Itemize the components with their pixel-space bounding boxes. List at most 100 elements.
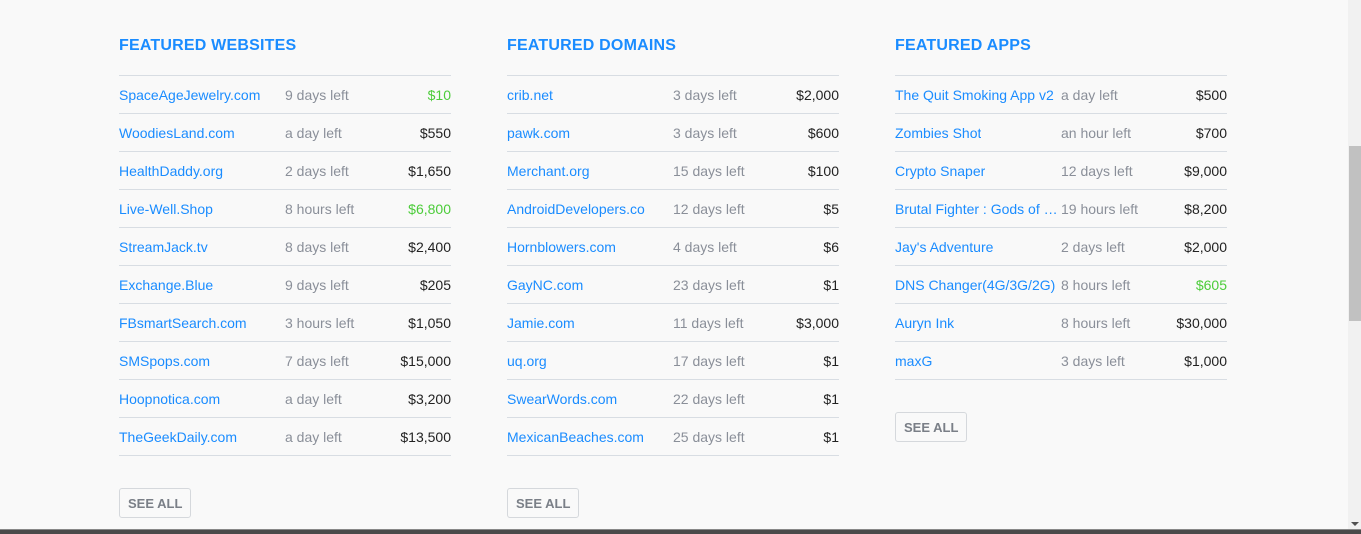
price: $1,650 <box>408 163 451 179</box>
price: $500 <box>1195 87 1227 103</box>
price: $600 <box>807 125 839 141</box>
list-item[interactable]: maxG 3 days left $1,000 <box>895 342 1227 380</box>
time-left: 11 days left <box>673 315 744 331</box>
price: $6,800 <box>408 201 451 217</box>
item-name-link[interactable]: The Quit Smoking App v2 <box>895 87 1054 103</box>
time-left: 19 hours left <box>1061 201 1139 217</box>
list-item[interactable]: Hoopnotica.com a day left $3,200 <box>119 380 451 418</box>
vertical-scrollbar[interactable] <box>1348 0 1361 530</box>
item-name-link[interactable]: uq.org <box>507 353 547 369</box>
list-item[interactable]: MexicanBeaches.com 25 days left $1 <box>507 418 839 456</box>
price: $5 <box>823 201 839 217</box>
item-name-link[interactable]: TheGeekDaily.com <box>119 429 237 445</box>
item-name-link[interactable]: WoodiesLand.com <box>119 125 235 141</box>
see-all-button[interactable]: SEE ALL <box>507 488 580 518</box>
time-left: 3 days left <box>1061 353 1125 369</box>
list-item[interactable]: Exchange.Blue 9 days left $205 <box>119 266 451 304</box>
time-left: a day left <box>285 391 342 407</box>
list-item[interactable]: Auryn Ink 8 hours left $30,000 <box>895 304 1227 342</box>
list-item[interactable]: StreamJack.tv 8 days left $2,400 <box>119 228 451 266</box>
item-name-link[interactable]: crib.net <box>507 87 553 103</box>
time-left: 12 days left <box>1061 163 1133 179</box>
list-item[interactable]: Brutal Fighter : Gods of War 19 hours le… <box>895 190 1227 228</box>
time-left: 2 days left <box>1061 239 1125 255</box>
item-name-link[interactable]: Zombies Shot <box>895 125 981 141</box>
item-name-link[interactable]: maxG <box>895 353 932 369</box>
list-item[interactable]: Jamie.com 11 days left $3,000 <box>507 304 839 342</box>
list-item[interactable]: crib.net 3 days left $2,000 <box>507 76 839 114</box>
item-name-link[interactable]: SwearWords.com <box>507 391 617 407</box>
item-name-link[interactable]: StreamJack.tv <box>119 239 208 255</box>
time-left: 15 days left <box>673 163 745 179</box>
item-name-link[interactable]: DNS Changer(4G/3G/2G) <box>895 277 1055 293</box>
price: $1,050 <box>408 315 451 331</box>
list-item[interactable]: GayNC.com 23 days left $1 <box>507 266 839 304</box>
time-left: 23 days left <box>673 277 745 293</box>
price: $1 <box>823 277 839 293</box>
list-item[interactable]: HealthDaddy.org 2 days left $1,650 <box>119 152 451 190</box>
section-title: FEATURED APPS <box>895 37 1031 54</box>
list-item[interactable]: Merchant.org 15 days left $100 <box>507 152 839 190</box>
list-item[interactable]: DNS Changer(4G/3G/2G) 8 hours left $605 <box>895 266 1227 304</box>
list-item[interactable]: TheGeekDaily.com a day left $13,500 <box>119 418 451 456</box>
apps-list: The Quit Smoking App v2 a day left $500 … <box>895 75 1227 380</box>
price: $3,200 <box>408 391 451 407</box>
price: $1,000 <box>1184 353 1227 369</box>
item-name-link[interactable]: SMSpops.com <box>119 353 210 369</box>
item-name-link[interactable]: Hoopnotica.com <box>119 391 220 407</box>
price: $1 <box>823 429 839 445</box>
item-name-link[interactable]: MexicanBeaches.com <box>507 429 644 445</box>
time-left: a day left <box>285 429 342 445</box>
item-name-link[interactable]: Jay's Adventure <box>895 239 993 255</box>
item-name-link[interactable]: GayNC.com <box>507 277 583 293</box>
list-item[interactable]: SpaceAgeJewelry.com 9 days left $10 <box>119 76 451 114</box>
item-name-link[interactable]: Live-Well.Shop <box>119 201 213 217</box>
list-item[interactable]: FBsmartSearch.com 3 hours left $1,050 <box>119 304 451 342</box>
item-name-link[interactable]: Brutal Fighter : Gods of War <box>895 201 1059 217</box>
list-item[interactable]: uq.org 17 days left $1 <box>507 342 839 380</box>
price: $13,500 <box>400 429 451 445</box>
time-left: 8 hours left <box>1061 277 1131 293</box>
list-item[interactable]: The Quit Smoking App v2 a day left $500 <box>895 76 1227 114</box>
list-item[interactable]: Jay's Adventure 2 days left $2,000 <box>895 228 1227 266</box>
time-left: 12 days left <box>673 201 745 217</box>
time-left: 8 hours left <box>285 201 355 217</box>
scroll-down-arrow-icon[interactable] <box>1351 522 1359 526</box>
item-name-link[interactable]: Auryn Ink <box>895 315 954 331</box>
see-all-button[interactable]: SEE ALL <box>119 488 192 518</box>
item-name-link[interactable]: FBsmartSearch.com <box>119 315 247 331</box>
item-name-link[interactable]: Exchange.Blue <box>119 277 213 293</box>
item-name-link[interactable]: AndroidDevelopers.co <box>507 201 645 217</box>
item-name-link[interactable]: HealthDaddy.org <box>119 163 223 179</box>
websites-list: SpaceAgeJewelry.com 9 days left $10 Wood… <box>119 75 451 456</box>
list-item[interactable]: Crypto Snaper 12 days left $9,000 <box>895 152 1227 190</box>
list-item[interactable]: Hornblowers.com 4 days left $6 <box>507 228 839 266</box>
time-left: 2 days left <box>285 163 349 179</box>
item-name-link[interactable]: SpaceAgeJewelry.com <box>119 87 260 103</box>
time-left: 9 days left <box>285 87 349 103</box>
item-name-link[interactable]: Merchant.org <box>507 163 589 179</box>
price: $3,000 <box>796 315 839 331</box>
item-name-link[interactable]: Crypto Snaper <box>895 163 985 179</box>
time-left: 22 days left <box>673 391 745 407</box>
list-item[interactable]: WoodiesLand.com a day left $550 <box>119 114 451 152</box>
time-left: 17 days left <box>673 353 745 369</box>
list-item[interactable]: AndroidDevelopers.co 12 days left $5 <box>507 190 839 228</box>
item-name-link[interactable]: Hornblowers.com <box>507 239 616 255</box>
list-item[interactable]: Zombies Shot an hour left $700 <box>895 114 1227 152</box>
item-name-link[interactable]: Jamie.com <box>507 315 575 331</box>
price: $2,400 <box>408 239 451 255</box>
see-all-button[interactable]: SEE ALL <box>895 412 968 442</box>
price: $8,200 <box>1184 201 1227 217</box>
list-item[interactable]: Live-Well.Shop 8 hours left $6,800 <box>119 190 451 228</box>
list-item[interactable]: SwearWords.com 22 days left $1 <box>507 380 839 418</box>
list-item[interactable]: SMSpops.com 7 days left $15,000 <box>119 342 451 380</box>
time-left: 4 days left <box>673 239 737 255</box>
price: $605 <box>1195 277 1227 293</box>
price: $1 <box>823 391 839 407</box>
scrollbar-thumb[interactable] <box>1349 146 1361 321</box>
item-name-link[interactable]: pawk.com <box>507 125 570 141</box>
price: $550 <box>419 125 451 141</box>
list-item[interactable]: pawk.com 3 days left $600 <box>507 114 839 152</box>
time-left: an hour left <box>1061 125 1132 141</box>
